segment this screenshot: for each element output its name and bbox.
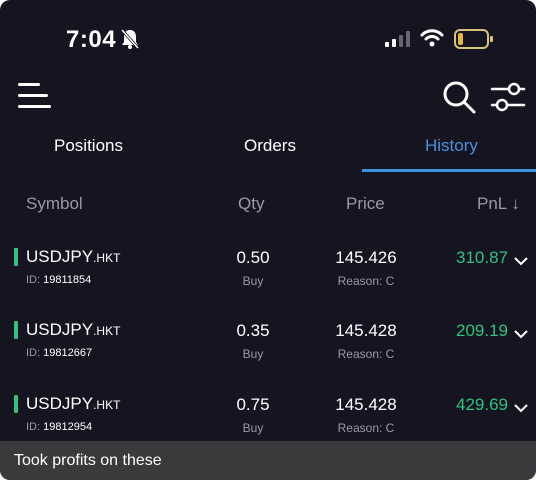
pnl-value: 429.69 [456,395,508,414]
order-id: ID: 19812667 [26,347,93,359]
status-time: 7:04 [66,26,117,53]
bell-muted-icon [120,28,140,55]
status-bar: 7:04 [0,0,536,80]
table-header: Symbol Qty Price PnL ↓ [0,190,536,220]
quantity: 0.35 [236,321,270,340]
chevron-down-icon[interactable] [514,400,528,418]
chevron-down-icon[interactable] [514,326,528,344]
reason: Reason: C [337,274,395,288]
pnl-value: 209.19 [456,321,508,340]
tab-bar: Positions Orders History [0,128,536,172]
price: 145.428 [335,321,397,340]
caption-text: Took profits on these [14,452,162,469]
reason: Reason: C [337,421,395,435]
profit-indicator [14,321,18,339]
reason: Reason: C [337,347,395,361]
table-row[interactable]: USDJPY.HKT ID: 19811854 0.50 Buy 145.426… [0,240,536,312]
pnl-value: 310.87 [456,248,508,267]
symbol: USDJPY.HKT [26,247,121,266]
price: 145.426 [335,248,397,267]
side: Buy [242,274,264,288]
menu-icon[interactable] [18,80,54,112]
side: Buy [242,347,264,361]
table-row[interactable]: USDJPY.HKT ID: 19812667 0.35 Buy 145.428… [0,313,536,385]
app-screen: 7:04 Positions Orders History Symbol Qty… [0,0,536,480]
quantity: 0.50 [236,248,270,267]
symbol: USDJPY.HKT [26,320,121,339]
wifi-icon [420,28,444,53]
chevron-down-icon[interactable] [514,253,528,271]
header-qty: Qty [238,194,265,213]
side: Buy [242,421,264,435]
tab-history[interactable]: History [425,136,478,156]
profit-indicator [14,248,18,266]
filter-icon[interactable] [490,80,526,114]
header-symbol: Symbol [26,194,83,213]
profit-indicator [14,395,18,413]
active-tab-indicator [362,169,536,172]
search-icon[interactable] [442,80,476,114]
quantity: 0.75 [236,395,270,414]
tab-positions[interactable]: Positions [54,136,123,156]
symbol: USDJPY.HKT [26,394,121,413]
signal-icon [385,31,413,52]
battery-icon [454,29,494,54]
order-id: ID: 19811854 [26,274,92,286]
header-pnl-sort[interactable]: PnL ↓ [477,194,520,214]
order-id: ID: 19812954 [26,421,93,433]
price: 145.428 [335,395,397,414]
tab-orders[interactable]: Orders [244,136,296,156]
header-price: Price [346,194,385,213]
caption-bar: Took profits on these [0,441,536,480]
